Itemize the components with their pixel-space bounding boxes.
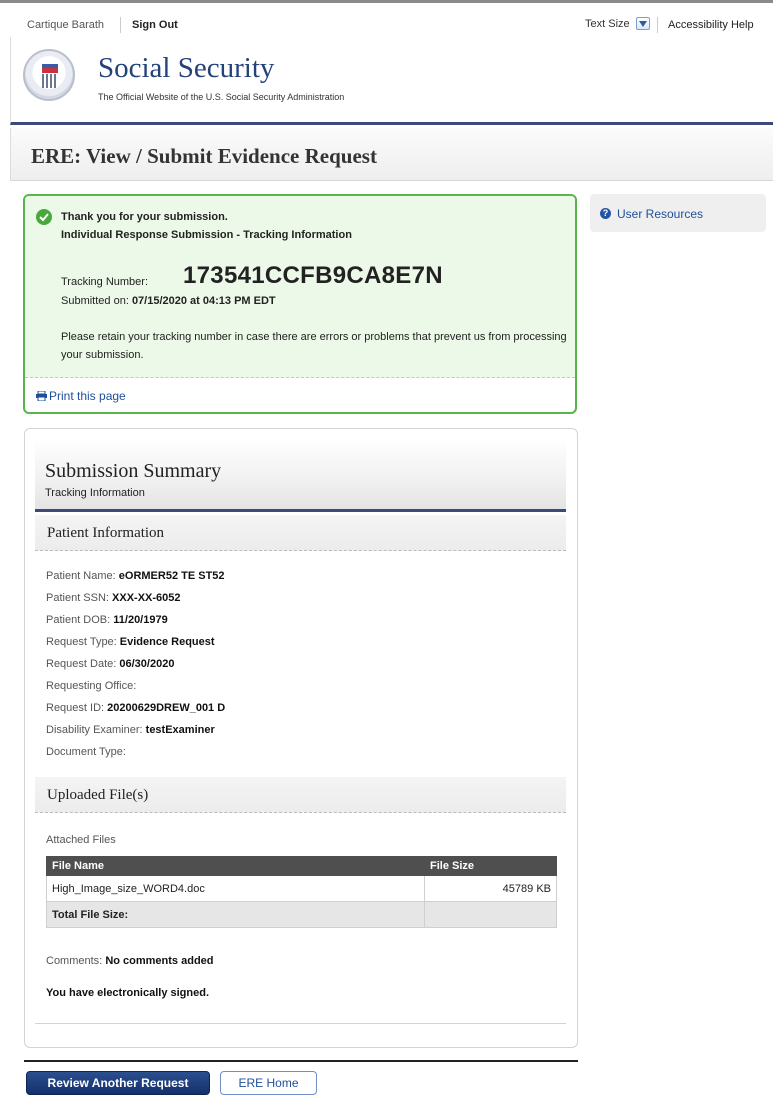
field-label: Patient Name: xyxy=(46,570,116,582)
print-page-link[interactable]: Print this page xyxy=(36,389,126,403)
site-header: Social Security The Official Website of … xyxy=(10,37,773,125)
total-row: Total File Size: xyxy=(46,901,557,928)
field-value: 20200629DREW_001 D xyxy=(107,702,226,714)
field-document-type: Document Type: xyxy=(46,746,126,758)
submitted-label: Submitted on: xyxy=(61,295,129,307)
field-value: Evidence Request xyxy=(119,636,215,648)
brand-subtitle: The Official Website of the U.S. Social … xyxy=(98,92,345,102)
column-header-file-name: File Name xyxy=(46,856,425,876)
field-value: eORMER52 TE ST52 xyxy=(118,570,225,582)
divider xyxy=(657,17,658,33)
file-size-cell: 45789 KB xyxy=(424,875,557,902)
file-name-cell: High_Image_size_WORD4.doc xyxy=(46,875,425,902)
field-label: Disability Examiner: xyxy=(46,724,143,736)
tracking-number-label: Tracking Number: xyxy=(61,276,149,288)
accessibility-help-link[interactable]: Accessibility Help xyxy=(668,19,754,31)
submitted-on: Submitted on: 07/15/2020 at 04:13 PM EDT xyxy=(61,295,276,307)
table-header-row: File Name File Size xyxy=(46,856,557,876)
comments-value: No comments added xyxy=(105,955,214,967)
field-value: 11/20/1979 xyxy=(113,614,168,626)
uploaded-files-title: Uploaded File(s) xyxy=(47,787,149,803)
field-label: Patient DOB: xyxy=(46,614,111,626)
field-request-type: Request Type: Evidence Request xyxy=(46,636,215,648)
field-label: Request ID: xyxy=(46,702,105,714)
patient-info-heading: Patient Information xyxy=(35,515,566,551)
summary-header: Submission Summary Tracking Information xyxy=(35,439,566,512)
summary-title: Submission Summary xyxy=(45,460,222,482)
field-request-date: Request Date: 06/30/2020 xyxy=(46,658,174,670)
username: Cartique Barath xyxy=(27,19,105,31)
divider xyxy=(120,17,121,33)
field-request-id: Request ID: 20200629DREW_001 D xyxy=(46,702,225,714)
comments-label: Comments: xyxy=(46,955,103,967)
field-value: testExaminer xyxy=(145,724,215,736)
chevron-down-icon xyxy=(639,21,647,27)
field-patient-dob: Patient DOB: 11/20/1979 xyxy=(46,614,168,626)
check-icon xyxy=(36,209,52,225)
field-label: Request Date: xyxy=(46,658,117,670)
user-resources-panel: ? User Resources xyxy=(590,194,766,232)
attached-files-label: Attached Files xyxy=(46,834,116,846)
divider xyxy=(24,1060,578,1062)
field-label: Document Type: xyxy=(46,746,126,758)
submitted-value: 07/15/2020 at 04:13 PM EDT xyxy=(131,295,276,307)
field-label: Patient SSN: xyxy=(46,592,109,604)
patient-info-title: Patient Information xyxy=(47,525,165,541)
thanks-message: Thank you for your submission. xyxy=(61,211,228,223)
user-resources-link[interactable]: User Resources xyxy=(617,207,703,221)
divider xyxy=(35,1023,566,1024)
page-title: ERE: View / Submit Evidence Request xyxy=(31,144,377,168)
text-size-dropdown[interactable] xyxy=(636,17,650,30)
ssa-seal-icon[interactable] xyxy=(23,49,75,101)
submission-summary: Submission Summary Tracking Information … xyxy=(24,428,578,1048)
printer-icon xyxy=(36,391,47,401)
print-page-label: Print this page xyxy=(49,389,126,403)
sign-out-link[interactable]: Sign Out xyxy=(132,19,178,31)
page-title-bar: ERE: View / Submit Evidence Request xyxy=(10,128,773,181)
confirmation-message-area: Thank you for your submission. Individua… xyxy=(25,196,575,378)
summary-subtitle: Tracking Information xyxy=(45,487,145,499)
table-row: High_Image_size_WORD4.doc 45789 KB xyxy=(46,875,557,902)
field-patient-ssn: Patient SSN: XXX-XX-6052 xyxy=(46,592,181,604)
utility-bar: Cartique Barath Sign Out Text Size Acces… xyxy=(0,0,773,41)
column-header-file-size: File Size xyxy=(424,856,557,876)
confirmation-box: Thank you for your submission. Individua… xyxy=(23,194,577,414)
uploaded-files-heading: Uploaded File(s) xyxy=(35,777,566,813)
ere-home-button[interactable]: ERE Home xyxy=(220,1071,317,1095)
field-disability-examiner: Disability Examiner: testExaminer xyxy=(46,724,215,736)
field-value: 06/30/2020 xyxy=(119,658,175,670)
review-another-request-button[interactable]: Review Another Request xyxy=(26,1071,210,1095)
retain-message: Please retain your tracking number in ca… xyxy=(61,331,567,361)
field-requesting-office: Requesting Office: xyxy=(46,680,136,692)
total-value-cell xyxy=(424,901,557,928)
confirmation-subtitle: Individual Response Submission - Trackin… xyxy=(61,229,352,241)
comments: Comments: No comments added xyxy=(46,955,214,967)
field-label: Request Type: xyxy=(46,636,117,648)
field-value: XXX-XX-6052 xyxy=(112,592,181,604)
signed-statement: You have electronically signed. xyxy=(46,987,210,999)
text-size-label: Text Size xyxy=(585,18,630,30)
info-icon: ? xyxy=(600,208,611,219)
total-label-cell: Total File Size: xyxy=(46,901,425,928)
brand-title[interactable]: Social Security xyxy=(98,52,274,85)
tracking-number: 173541CCFB9CA8E7N xyxy=(183,262,443,289)
field-patient-name: Patient Name: eORMER52 TE ST52 xyxy=(46,570,225,582)
files-table: File Name File Size High_Image_size_WORD… xyxy=(46,856,557,928)
field-label: Requesting Office: xyxy=(46,680,137,692)
